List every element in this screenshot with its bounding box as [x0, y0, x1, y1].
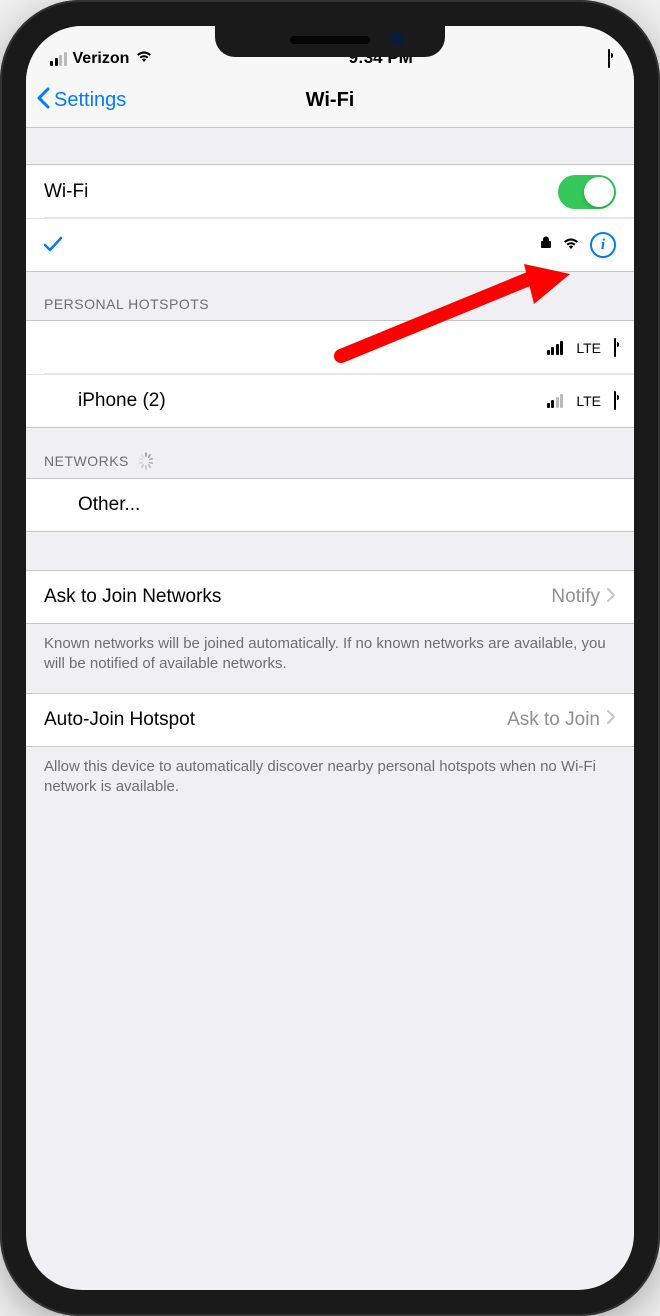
battery-icon: [614, 392, 616, 410]
wifi-icon: [135, 49, 153, 68]
network-type-label: LTE: [576, 393, 601, 409]
chevron-left-icon: [36, 87, 50, 115]
lock-icon: [540, 235, 552, 255]
spinner-icon: [137, 452, 155, 470]
page-title: Wi-Fi: [306, 89, 355, 112]
cell-signal-icon: [50, 52, 67, 66]
back-button[interactable]: Settings: [36, 87, 164, 115]
phone-frame: Verizon 9:34 PM Settings Wi-Fi: [0, 0, 660, 1316]
network-type-label: LTE: [576, 340, 601, 356]
wifi-toggle-cell: Wi-Fi: [26, 164, 634, 218]
ask-to-join-label: Ask to Join Networks: [44, 586, 551, 608]
info-button[interactable]: i: [590, 232, 616, 258]
signal-bars-icon: [547, 341, 564, 355]
checkmark-icon: [36, 236, 70, 254]
ask-to-join-cell[interactable]: Ask to Join Networks Notify: [26, 570, 634, 624]
ask-to-join-footer: Known networks will be joined automatica…: [26, 624, 634, 693]
auto-join-cell[interactable]: Auto-Join Hotspot Ask to Join: [26, 693, 634, 747]
hotspot-row[interactable]: iPhone (2) LTE: [26, 374, 634, 428]
nav-bar: Settings Wi-Fi: [26, 74, 634, 128]
earpiece: [290, 36, 370, 44]
battery-icon: [614, 339, 616, 357]
chevron-right-icon: [606, 709, 616, 730]
wifi-toggle-switch[interactable]: [558, 175, 616, 209]
other-network-cell[interactable]: Other...: [26, 478, 634, 532]
auto-join-label: Auto-Join Hotspot: [44, 709, 507, 731]
personal-hotspots-header: PERSONAL HOTSPOTS: [26, 272, 634, 320]
signal-bars-icon: [547, 394, 564, 408]
hotspot-name: iPhone (2): [78, 390, 547, 412]
screen: Verizon 9:34 PM Settings Wi-Fi: [26, 26, 634, 1290]
wifi-toggle-label: Wi-Fi: [44, 181, 558, 203]
wifi-signal-icon: [562, 236, 580, 255]
back-label: Settings: [54, 89, 126, 112]
auto-join-footer: Allow this device to automatically disco…: [26, 747, 634, 816]
front-camera: [390, 32, 404, 46]
networks-header-label: NETWORKS: [44, 453, 129, 469]
chevron-right-icon: [606, 587, 616, 608]
carrier-label: Verizon: [73, 50, 130, 68]
other-network-label: Other...: [78, 494, 616, 516]
current-network-cell[interactable]: i: [26, 218, 634, 272]
ask-to-join-value: Notify: [551, 586, 600, 608]
networks-header: NETWORKS: [26, 428, 634, 478]
battery-icon: [608, 50, 610, 68]
hotspot-row[interactable]: LTE: [26, 320, 634, 374]
content-scroll[interactable]: Wi-Fi: [26, 128, 634, 815]
auto-join-value: Ask to Join: [507, 709, 600, 731]
